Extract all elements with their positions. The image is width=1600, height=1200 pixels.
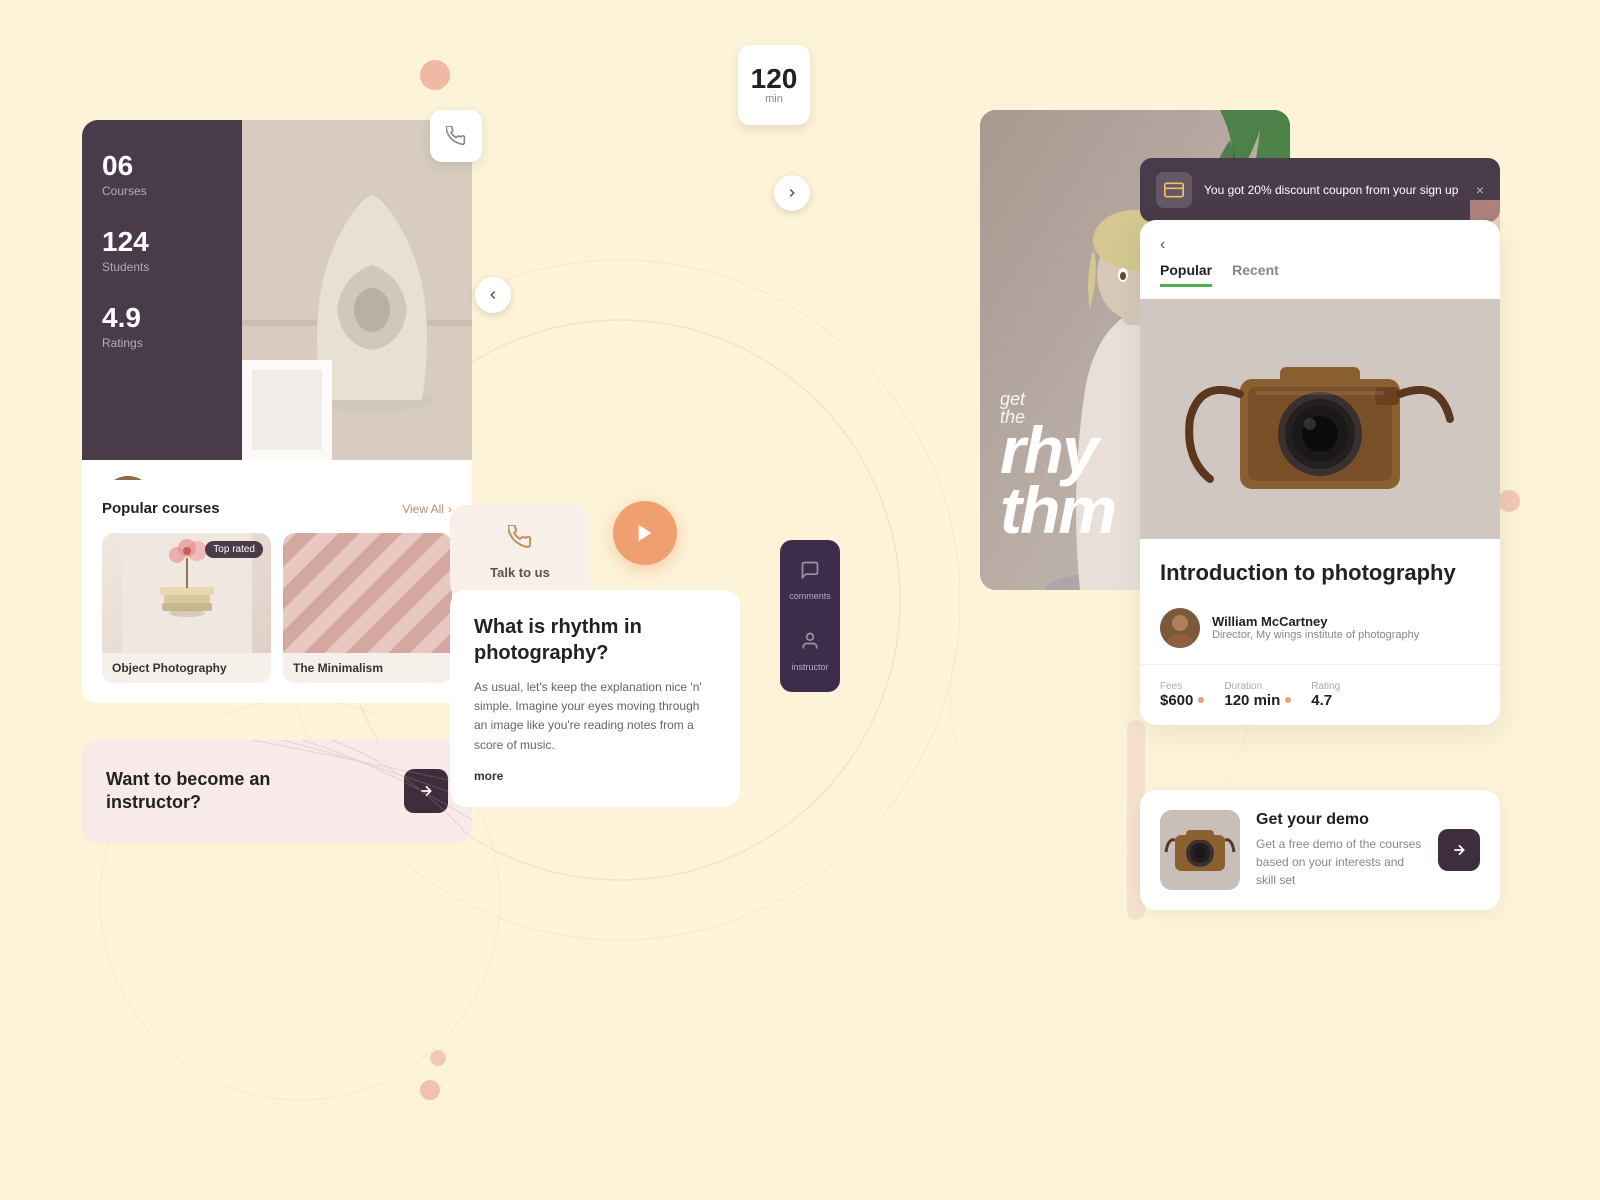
card-header: ‹ — [1140, 220, 1500, 262]
talk-to-us-card: Talk to us — [450, 505, 590, 600]
stat-courses: 06 Courses — [102, 150, 222, 198]
next-button[interactable] — [774, 175, 810, 211]
back-button[interactable]: ‹ — [1160, 236, 1165, 254]
course-hero-image — [1140, 299, 1500, 539]
coupon-icon — [1156, 172, 1192, 208]
dot-duration — [1285, 697, 1291, 703]
deco-circle-4 — [1498, 490, 1520, 512]
deco-circle-2 — [420, 1080, 440, 1100]
timer-card: 120 min — [738, 45, 810, 125]
deco-circle-3 — [430, 1050, 446, 1066]
stat-ratings: 4.9 Ratings — [102, 302, 222, 350]
demo-photo — [1160, 810, 1240, 890]
course-thumb-minimalism — [283, 533, 452, 653]
course-card-minimalism[interactable]: The Minimalism — [283, 533, 452, 683]
stat-students: 124 Students — [102, 226, 222, 274]
rhythm-card-container: 120 min — [490, 55, 800, 535]
tab-recent[interactable]: Recent — [1232, 262, 1279, 287]
courses-grid: Top rated Object Photography The Minimal… — [102, 533, 452, 683]
close-notification-button[interactable]: × — [1476, 182, 1484, 198]
instructor-row: William McCartney Director, My wings ins… — [1140, 608, 1500, 664]
course-title: Introduction to photography — [1140, 539, 1500, 608]
instructor-icon — [800, 631, 820, 656]
instructor-avatar — [1160, 608, 1200, 648]
course-meta: Fees $600 Duration 120 min Rating 4.7 — [1140, 664, 1500, 725]
phone-icon — [508, 525, 532, 555]
comments-action[interactable]: comments — [789, 560, 831, 601]
tab-popular[interactable]: Popular — [1160, 262, 1212, 287]
rhythm-text: get the rhythm — [1000, 390, 1115, 540]
demo-card: Get your demo Get a free demo of the cou… — [1140, 790, 1500, 910]
dot-fees — [1198, 697, 1204, 703]
article-card: What is rhythm in photography? As usual,… — [450, 590, 740, 807]
demo-content: Get your demo Get a free demo of the cou… — [1256, 811, 1422, 889]
instructor-info: William McCartney Director, My wings ins… — [1212, 614, 1419, 641]
vase-photo — [242, 120, 472, 460]
view-all-link[interactable]: View All › — [402, 502, 452, 516]
play-button[interactable] — [613, 501, 677, 565]
meta-fees: Fees $600 — [1160, 681, 1204, 709]
photography-course-card: ‹ Popular Recent — [1140, 220, 1500, 725]
demo-arrow-button[interactable] — [1438, 829, 1480, 871]
instructor-action[interactable]: instructor — [791, 631, 828, 672]
instructor-cta-card: Want to become an instructor? — [82, 740, 472, 843]
instructor-card-top: 06 Courses 124 Students 4.9 Ratings — [82, 120, 472, 460]
course-card-object[interactable]: Top rated Object Photography — [102, 533, 271, 683]
more-link[interactable]: more — [474, 769, 716, 783]
phone-button-top[interactable] — [430, 110, 482, 162]
sidebar-panel: comments instructor — [780, 540, 840, 692]
stats-panel: 06 Courses 124 Students 4.9 Ratings — [82, 120, 242, 460]
courses-header: Popular courses View All › — [102, 500, 452, 517]
meta-duration: Duration 120 min — [1224, 681, 1291, 709]
popular-courses-card: Popular courses View All › — [82, 480, 472, 703]
notification-card: You got 20% discount coupon from your si… — [1140, 158, 1500, 222]
tabs-row: Popular Recent — [1140, 262, 1500, 299]
top-rated-badge: Top rated — [205, 541, 263, 558]
comments-icon — [800, 560, 820, 585]
prev-button[interactable] — [475, 277, 511, 313]
deco-circle-1 — [420, 60, 450, 90]
meta-rating: Rating 4.7 — [1311, 681, 1340, 709]
